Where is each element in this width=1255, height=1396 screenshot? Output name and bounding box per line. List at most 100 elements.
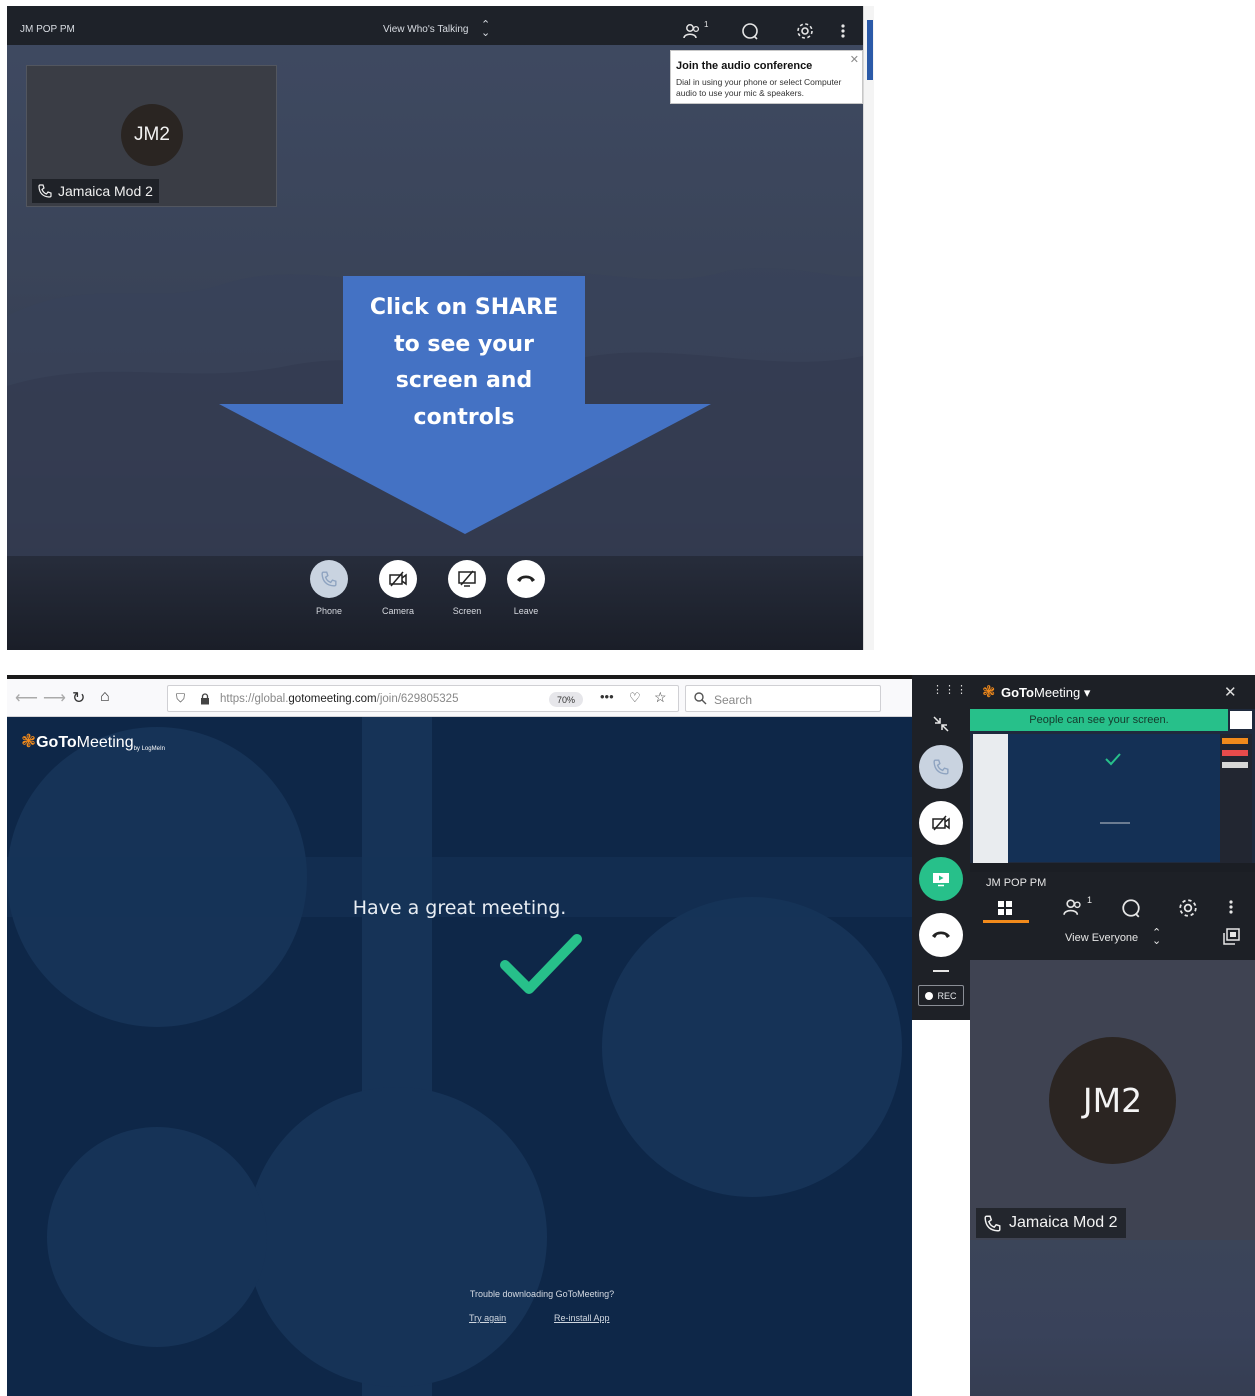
phone-icon[interactable] [310, 560, 348, 598]
preview-right-column [1220, 734, 1252, 866]
success-message: Have a great meeting. [352, 897, 567, 919]
sharing-banner: People can see your screen. [970, 709, 1228, 731]
zoom-indicator[interactable]: 70% [549, 692, 583, 707]
search-field[interactable]: Search [685, 685, 881, 712]
search-placeholder: Search [714, 693, 753, 707]
callout-line: screen and [395, 368, 533, 394]
attendees-icon[interactable] [682, 20, 704, 42]
avatar: JM2 [121, 104, 183, 166]
preview-screen [1008, 734, 1220, 862]
top-toolbar: JM POP PM View Who's Talking ⌃ ⌄ 1 [7, 6, 863, 45]
gotomeeting-window: ❃ GoToMeeting ▾ ✕ People can see your sc… [970, 675, 1255, 1396]
record-label: REC [937, 990, 957, 1001]
forward-icon[interactable]: ⟶ [43, 688, 66, 708]
hang-up-icon [932, 931, 950, 938]
back-icon[interactable]: ⟵ [15, 688, 38, 708]
camera-label: Camera [381, 606, 414, 616]
participant-name: Jamaica Mod 2 [1009, 1214, 1118, 1231]
close-icon[interactable]: ✕ [1224, 683, 1237, 701]
gtm-title-bar: ❃ GoToMeeting ▾ ✕ [970, 675, 1255, 709]
lock-icon [201, 693, 209, 705]
try-again-link[interactable]: Try again [469, 1313, 506, 1323]
shield-icon[interactable]: ⛉ [176, 691, 185, 706]
camera-off-icon [932, 815, 950, 831]
phone-button[interactable] [919, 745, 963, 789]
participant-tile: JM2 Jamaica Mod 2 [26, 65, 277, 207]
url-path: /join/629805325 [376, 693, 459, 705]
brand-goto: GoTo [1001, 685, 1034, 700]
record-dot-icon [925, 991, 934, 1000]
reload-icon[interactable]: ↻ [72, 688, 85, 708]
preview-tag [1222, 762, 1248, 768]
home-icon[interactable]: ⌂ [100, 688, 110, 706]
chevron-updown-icon[interactable]: ⌃ ⌄ [481, 20, 490, 39]
screen-share-button[interactable] [919, 857, 963, 901]
trouble-text: Trouble downloading GoToMeeting? [469, 1289, 615, 1299]
leave-label: Leave [513, 606, 539, 616]
phone-button[interactable]: Phone [299, 560, 359, 616]
attendee-count: 1 [704, 20, 709, 29]
view-selector[interactable]: View Everyone [1065, 932, 1138, 944]
floating-control-strip: ⋮⋮⋮ REC [912, 675, 970, 1020]
callout-line: to see your [394, 331, 534, 357]
logo-sub: by LogMeIn [133, 746, 165, 752]
hang-up-icon[interactable] [507, 560, 545, 598]
camera-off-icon[interactable] [379, 560, 417, 598]
browser-toolbar: ⟵ ⟶ ↻ ⌂ ⛉ https://global.gotomeeting.com… [7, 679, 912, 717]
attendees-icon[interactable] [1063, 898, 1085, 916]
logo-goto: GoTo [36, 734, 77, 751]
flower-logo-icon: ❃ [982, 684, 996, 701]
scrollbar-thumb[interactable] [867, 20, 873, 80]
caret-down-icon: ▾ [1083, 685, 1091, 700]
more-vertical-icon[interactable] [1228, 899, 1234, 915]
gear-icon[interactable] [794, 20, 816, 42]
chat-icon[interactable] [739, 20, 761, 42]
callout-line: controls [413, 404, 515, 430]
pin-icon[interactable] [1230, 711, 1252, 729]
scrollbar-strip[interactable] [863, 6, 874, 650]
tooltip-title: Join the audio conference [676, 60, 813, 72]
bookmark-star-icon[interactable]: ☆ [654, 689, 667, 706]
browser-window: ⟵ ⟶ ↻ ⌂ ⛉ https://global.gotomeeting.com… [7, 675, 912, 1396]
url-bar[interactable]: ⛉ https://global.gotomeeting.com/join/62… [167, 685, 679, 712]
preview-text-line [1100, 822, 1130, 824]
preview-tag [1222, 750, 1248, 756]
gtm-brand-menu[interactable]: GoToMeeting ▾ [1001, 685, 1090, 701]
view-selector[interactable]: View Who's Talking [383, 24, 468, 35]
drag-handle-icon[interactable]: ⋮⋮⋮ [932, 683, 968, 696]
grid-view-icon[interactable] [997, 900, 1013, 916]
gtm-toolbar: JM POP PM 1 View Everyone ⌃ ⌄ [970, 872, 1255, 960]
more-vertical-icon[interactable] [832, 20, 854, 42]
close-icon[interactable]: ✕ [850, 53, 859, 66]
chevron-updown-icon[interactable]: ⌃ ⌄ [1152, 928, 1161, 947]
screen-share-off-icon[interactable] [448, 560, 486, 598]
participant-name-chip: Jamaica Mod 2 [976, 1208, 1126, 1238]
page-actions-icon[interactable]: ••• [600, 689, 614, 704]
url-host: gotomeeting.com [288, 693, 377, 705]
phone-label: Phone [315, 606, 343, 616]
phone-icon [933, 759, 949, 775]
leave-button[interactable] [919, 913, 963, 957]
camera-button[interactable] [919, 801, 963, 845]
camera-button[interactable]: Camera [368, 560, 428, 616]
url-prefix: https://global. [220, 693, 289, 705]
url-text[interactable]: https://global.gotomeeting.com/join/6298… [220, 693, 458, 705]
stage-background-bottom [970, 1240, 1255, 1396]
meeting-name: JM POP PM [986, 877, 1047, 889]
minimize-icon[interactable] [932, 715, 950, 733]
popout-icon[interactable] [1222, 928, 1240, 946]
preview-checkmark-icon [1105, 753, 1121, 766]
screen-preview: People can see your screen. [970, 709, 1255, 872]
chat-icon[interactable] [1121, 898, 1141, 918]
record-button[interactable]: REC [918, 985, 964, 1006]
callout-line: Click on SHARE [369, 295, 559, 320]
reinstall-link[interactable]: Re-install App [554, 1313, 610, 1323]
brand-meeting: Meeting [1033, 685, 1081, 700]
screen-button[interactable]: Screen [437, 560, 497, 616]
active-tab-indicator [983, 920, 1029, 923]
leave-button[interactable]: Leave [496, 560, 556, 616]
gear-icon[interactable] [1178, 898, 1198, 918]
pocket-icon[interactable]: ♡ [629, 690, 641, 706]
preview-spreadsheet [973, 734, 1008, 866]
phone-icon [38, 184, 52, 198]
